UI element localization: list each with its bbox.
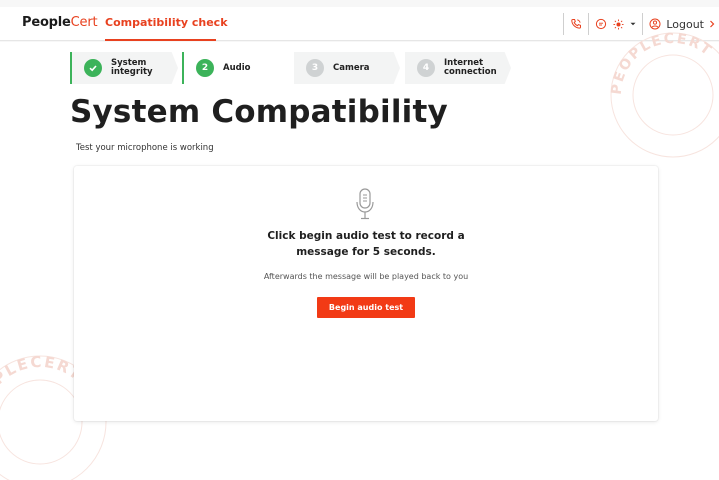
- logo-accent-text: Cert: [70, 15, 98, 30]
- main-page: PEOPLECERT PEOPLECERT Systemintegrity 2 …: [0, 31, 719, 480]
- chevron-down-icon[interactable]: [630, 13, 636, 35]
- divider: [642, 13, 644, 35]
- top-bar: PeopleCert Compatibility check Logout: [0, 7, 719, 41]
- watermark-text: PEOPLECERT: [0, 353, 84, 423]
- svg-text:PEOPLECERT: PEOPLECERT: [0, 353, 86, 423]
- step-label: System integrity: [111, 52, 171, 84]
- step-current-bar: [182, 52, 184, 84]
- card-heading-line2: message for 5 seconds.: [296, 246, 436, 258]
- page-subtitle: Test your microphone is working: [76, 143, 214, 153]
- logout-button[interactable]: Logout: [649, 18, 715, 31]
- card-heading: Click begin audio test to record a messa…: [74, 228, 658, 260]
- step-number-badge: 4: [417, 59, 435, 77]
- chat-icon[interactable]: [595, 13, 607, 35]
- page-title: System Compatibility: [70, 94, 448, 130]
- step-number-badge: 2: [196, 59, 214, 77]
- logout-label: Logout: [666, 17, 704, 31]
- phone-icon[interactable]: [570, 13, 582, 35]
- user-circle-icon: [649, 18, 661, 30]
- peoplecert-watermark-stamp: PEOPLECERT: [609, 31, 719, 158]
- theme-sun-icon[interactable]: [613, 13, 624, 35]
- step-label: Internet connection: [444, 52, 504, 84]
- step-number-badge: 3: [306, 59, 324, 77]
- top-right-controls: Logout: [563, 13, 715, 35]
- card-note: Afterwards the message will be played ba…: [263, 272, 469, 281]
- step-system-integrity[interactable]: System integrity: [70, 52, 178, 84]
- divider: [563, 13, 565, 35]
- step-label-line2: integrity: [111, 67, 153, 77]
- chevron-right-icon: [710, 20, 715, 28]
- step-audio[interactable]: 2 Audio: [182, 52, 290, 84]
- card-heading-line1: Click begin audio test to record a: [267, 230, 465, 242]
- step-completed-bar: [70, 52, 72, 84]
- microphone-icon: [356, 188, 374, 220]
- audio-test-card: Click begin audio test to record a messa…: [74, 166, 658, 421]
- peoplecert-logo[interactable]: PeopleCert: [22, 15, 98, 30]
- divider: [588, 13, 590, 35]
- logo-main-text: People: [22, 15, 71, 30]
- nav-active-underline: [105, 39, 216, 41]
- step-label: Camera: [333, 62, 370, 73]
- step-internet-connection[interactable]: 4 Internet connection: [403, 52, 511, 84]
- step-label: Audio: [223, 62, 251, 73]
- nav-compatibility-check[interactable]: Compatibility check: [105, 16, 228, 29]
- step-camera[interactable]: 3 Camera: [292, 52, 400, 84]
- step-label-line2: connection: [444, 67, 497, 77]
- begin-audio-test-button[interactable]: Begin audio test: [317, 297, 415, 318]
- check-icon: [84, 59, 102, 77]
